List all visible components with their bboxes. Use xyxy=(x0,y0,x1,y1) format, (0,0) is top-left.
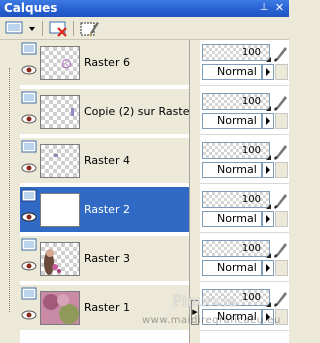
layer-properties: 100 Normal xyxy=(200,40,289,86)
blend-mode-arrow[interactable] xyxy=(262,64,274,80)
brush-icon[interactable] xyxy=(272,93,288,111)
layer-thumbnail xyxy=(40,46,80,80)
blend-mode-value: Normal xyxy=(217,114,257,127)
new-raster-layer-icon xyxy=(5,21,35,34)
arrow-right-icon xyxy=(266,264,270,272)
visibility-eye-icon[interactable] xyxy=(21,162,37,174)
opacity-slider[interactable]: 100 xyxy=(202,44,271,62)
blend-mode-arrow[interactable] xyxy=(262,260,274,276)
panel-title: Calques xyxy=(4,1,58,15)
opacity-value: 100 xyxy=(241,96,261,107)
brush-icon[interactable] xyxy=(272,240,288,258)
layer-properties: 100 Normal xyxy=(200,138,289,184)
layer-name[interactable]: Copie (2) sur Raster 4 xyxy=(84,105,204,118)
layer-name[interactable]: Raster 4 xyxy=(84,154,194,167)
edit-selection-button[interactable] xyxy=(79,19,101,38)
layer-row[interactable]: Copie (2) sur Raster 4 xyxy=(20,89,204,135)
layer-properties: 100 Normal xyxy=(200,236,289,282)
lock-button[interactable] xyxy=(275,113,288,129)
lock-button[interactable] xyxy=(275,162,288,178)
layer-row[interactable]: Raster 4 xyxy=(20,138,195,184)
new-layer-button[interactable] xyxy=(4,19,38,38)
brush-icon[interactable] xyxy=(272,44,288,62)
brush-icon[interactable] xyxy=(272,142,288,160)
visibility-eye-icon[interactable] xyxy=(21,64,37,76)
layer-thumbnail xyxy=(40,242,80,276)
lock-button[interactable] xyxy=(275,211,288,227)
layer-thumbnail xyxy=(40,193,80,227)
opacity-value: 100 xyxy=(241,292,261,303)
layer-type-icon[interactable] xyxy=(21,42,37,56)
layer-thumbnail xyxy=(40,144,80,178)
blend-mode-value: Normal xyxy=(217,212,257,225)
layer-name[interactable]: Raster 3 xyxy=(84,252,194,265)
blend-mode-value: Normal xyxy=(217,261,257,274)
pin-icon[interactable]: ⊥ xyxy=(258,1,270,14)
close-icon[interactable]: ✕ xyxy=(273,1,286,15)
blend-mode-arrow[interactable] xyxy=(262,211,274,227)
opacity-slider[interactable]: 100 xyxy=(202,191,271,209)
layer-properties: 100 Normal xyxy=(200,89,289,135)
layer-type-icon[interactable] xyxy=(21,91,37,105)
visibility-eye-icon[interactable] xyxy=(21,309,37,321)
layer-type-icon[interactable] xyxy=(21,189,37,203)
visibility-eye-icon[interactable] xyxy=(21,260,37,272)
layer-thumbnail xyxy=(40,95,80,129)
opacity-value: 100 xyxy=(241,243,261,254)
opacity-value: 100 xyxy=(241,194,261,205)
blend-mode-value: Normal xyxy=(217,65,257,78)
blend-mode-select[interactable]: Normal xyxy=(202,64,262,80)
watermark-name: Pinuccia xyxy=(172,292,237,310)
lock-button[interactable] xyxy=(275,260,288,276)
layer-name[interactable]: Raster 6 xyxy=(84,56,194,69)
arrow-right-icon xyxy=(266,117,270,125)
delete-layer-icon xyxy=(49,21,67,37)
toolbar-separator xyxy=(73,21,74,36)
opacity-value: 100 xyxy=(241,145,261,156)
layer-name[interactable]: Raster 2 xyxy=(84,203,194,216)
chevron-down-icon xyxy=(29,27,35,31)
blend-mode-arrow[interactable] xyxy=(262,113,274,129)
visibility-eye-icon[interactable] xyxy=(21,211,37,223)
brush-icon[interactable] xyxy=(272,191,288,209)
layer-row-selected[interactable]: Raster 2 xyxy=(20,187,195,233)
arrow-right-icon xyxy=(266,68,270,76)
arrow-right-icon xyxy=(266,215,270,223)
arrow-right-icon xyxy=(266,166,270,174)
opacity-value: 100 xyxy=(241,47,261,58)
blend-mode-select[interactable]: Normal xyxy=(202,211,262,227)
opacity-slider[interactable]: 100 xyxy=(202,240,271,258)
edit-selection-icon xyxy=(80,22,99,36)
layer-type-icon[interactable] xyxy=(21,238,37,252)
title-bar: Calques ⊥ ✕ xyxy=(0,0,289,17)
brush-icon[interactable] xyxy=(272,289,288,307)
layer-thumbnail xyxy=(40,291,80,325)
layer-tree-gutter xyxy=(0,40,20,343)
blend-mode-select[interactable]: Normal xyxy=(202,260,262,276)
opacity-slider[interactable]: 100 xyxy=(202,93,271,111)
toolbar-separator xyxy=(42,21,43,36)
layer-type-icon[interactable] xyxy=(21,287,37,301)
layers-toolbar xyxy=(0,17,289,40)
layer-row[interactable]: Raster 6 xyxy=(20,40,195,86)
delete-layer-button[interactable] xyxy=(49,19,69,38)
blend-mode-value: Normal xyxy=(217,163,257,176)
visibility-eye-icon[interactable] xyxy=(21,113,37,125)
lock-button[interactable] xyxy=(275,64,288,80)
layers-panel: Raster 6 Copie (2) sur Raster 4 Raster 4… xyxy=(0,40,289,343)
layer-row[interactable]: Raster 3 xyxy=(20,236,195,282)
tree-connector xyxy=(9,68,10,312)
blend-mode-arrow[interactable] xyxy=(262,162,274,178)
layer-type-icon[interactable] xyxy=(21,140,37,154)
watermark-url: www.maidireqraficaeu.eu xyxy=(142,315,281,326)
blend-mode-select[interactable]: Normal xyxy=(202,162,262,178)
opacity-slider[interactable]: 100 xyxy=(202,142,271,160)
layer-properties: 100 Normal xyxy=(200,187,289,233)
blend-mode-select[interactable]: Normal xyxy=(202,113,262,129)
